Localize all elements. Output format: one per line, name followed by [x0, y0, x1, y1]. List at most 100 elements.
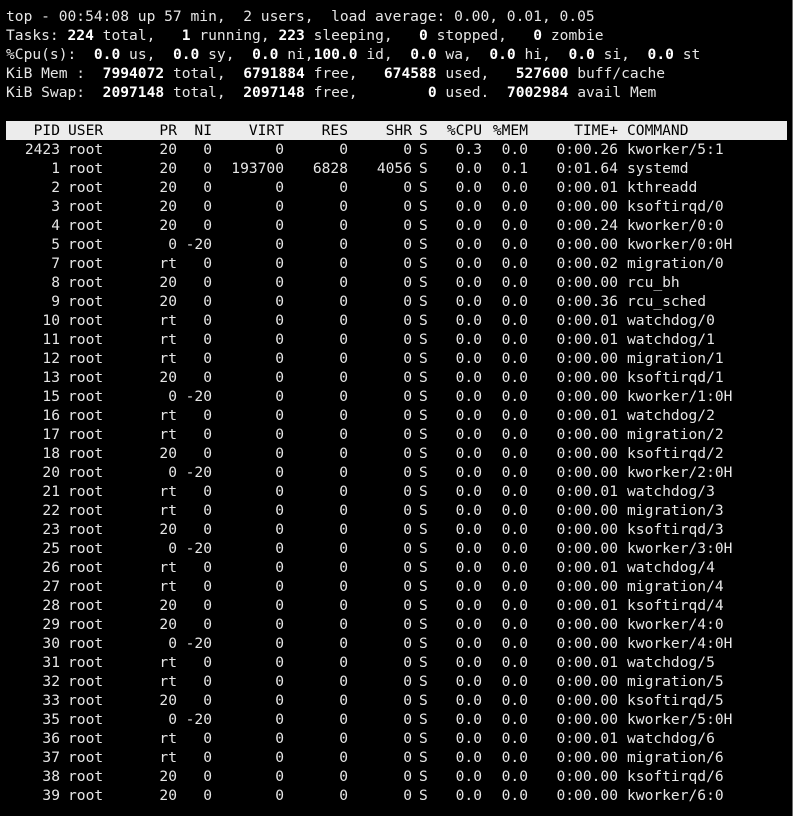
process-cell-time: 0:00.24	[556, 217, 618, 234]
process-row[interactable]: 12 root rt 0 0 0 0 S 0.0 0.0 0:00.00 migration/1	[6, 349, 787, 368]
process-row[interactable]: 30 root 0 -20 0 0 0 S 0.0 0.0 0:00.00 kworker/4:0H	[6, 634, 787, 653]
process-row[interactable]: 36 root rt 0 0 0 0 S 0.0 0.0 0:00.01 watchdog/6	[6, 729, 787, 748]
tasks-stopped: 0	[419, 27, 428, 44]
mem-free: 6791884	[243, 65, 305, 82]
process-cell-mem: 0.0	[501, 768, 528, 785]
process-row[interactable]: 25 root 0 -20 0 0 0 S 0.0 0.0 0:00.00 kworker/3:0H	[6, 539, 787, 558]
process-row[interactable]: 2 root 20 0 0 0 0 S 0.0 0.0 0:00.01 kthreadd	[6, 178, 787, 197]
process-row[interactable]: 37 root rt 0 0 0 0 S 0.0 0.0 0:00.00 migration/6	[6, 748, 787, 767]
process-cell-shr: 0	[403, 255, 412, 272]
process-row[interactable]: 18 root 20 0 0 0 0 S 0.0 0.0 0:00.00 ksoftirqd/2	[6, 444, 787, 463]
process-cell-pid: 27	[42, 578, 60, 595]
process-row[interactable]: 26 root rt 0 0 0 0 S 0.0 0.0 0:00.01 watchdog/4	[6, 558, 787, 577]
process-cell-cpu: 0.0	[455, 654, 482, 671]
process-row[interactable]: 31 root rt 0 0 0 0 S 0.0 0.0 0:00.01 watchdog/5	[6, 653, 787, 672]
process-cell-shr: 0	[403, 426, 412, 443]
process-cell-pr: 20	[159, 616, 177, 633]
process-row[interactable]: 16 root rt 0 0 0 0 S 0.0 0.0 0:00.01 watchdog/2	[6, 406, 787, 425]
process-row[interactable]: 39 root 20 0 0 0 0 S 0.0 0.0 0:00.00 kworker/6:0	[6, 786, 787, 805]
process-cell-mem: 0.0	[501, 217, 528, 234]
process-cell-cpu: 0.0	[455, 787, 482, 804]
process-cell-user: root	[68, 369, 104, 386]
swap-free-label: free,	[313, 84, 358, 101]
process-cell-time: 0:00.00	[556, 635, 618, 652]
process-cell-mem: 0.0	[501, 616, 528, 633]
process-cell-pid: 5	[51, 236, 60, 253]
process-cell-command: kworker/1:0H	[627, 388, 733, 405]
process-cell-time: 0:00.02	[556, 255, 618, 272]
process-cell-virt: 0	[275, 217, 284, 234]
process-row[interactable]: 15 root 0 -20 0 0 0 S 0.0 0.0 0:00.00 kworker/1:0H	[6, 387, 787, 406]
process-row[interactable]: 4 root 20 0 0 0 0 S 0.0 0.0 0:00.24 kworker/0:0	[6, 216, 787, 235]
process-cell-ni: 0	[203, 141, 212, 158]
process-cell-virt: 193700	[231, 160, 284, 177]
process-cell-s: S	[419, 673, 428, 690]
process-row[interactable]: 8 root 20 0 0 0 0 S 0.0 0.0 0:00.00 rcu_bh	[6, 273, 787, 292]
process-cell-res: 0	[339, 217, 348, 234]
process-cell-cpu: 0.0	[455, 578, 482, 595]
process-cell-pid: 33	[42, 692, 60, 709]
process-row[interactable]: 7 root rt 0 0 0 0 S 0.0 0.0 0:00.02 migration/0	[6, 254, 787, 273]
process-row[interactable]: 29 root 20 0 0 0 0 S 0.0 0.0 0:00.00 kworker/4:0	[6, 615, 787, 634]
process-row[interactable]: 2423 root 20 0 0 0 0 S 0.3 0.0 0:00.26 kworker/5:1	[6, 140, 787, 159]
process-cell-res: 0	[339, 730, 348, 747]
process-row[interactable]: 22 root rt 0 0 0 0 S 0.0 0.0 0:00.00 migration/3	[6, 501, 787, 520]
cpu-line: %Cpu(s): 0.0 us, 0.0 sy, 0.0 ni,100.0 id…	[6, 45, 700, 64]
process-cell-command: migration/6	[627, 749, 724, 766]
process-row[interactable]: 17 root rt 0 0 0 0 S 0.0 0.0 0:00.00 migration/2	[6, 425, 787, 444]
process-row[interactable]: 38 root 20 0 0 0 0 S 0.0 0.0 0:00.00 ksoftirqd/6	[6, 767, 787, 786]
process-row[interactable]: 13 root 20 0 0 0 0 S 0.0 0.0 0:00.00 ksoftirqd/1	[6, 368, 787, 387]
process-cell-user: root	[68, 692, 104, 709]
process-cell-command: watchdog/6	[627, 730, 715, 747]
process-cell-user: root	[68, 654, 104, 671]
process-cell-pr: 0	[168, 711, 177, 728]
process-row[interactable]: 27 root rt 0 0 0 0 S 0.0 0.0 0:00.00 migration/4	[6, 577, 787, 596]
process-cell-shr: 0	[403, 749, 412, 766]
cpu-label: %Cpu(s):	[6, 46, 77, 63]
process-row[interactable]: 28 root 20 0 0 0 0 S 0.0 0.0 0:00.01 ksoftirqd/4	[6, 596, 787, 615]
process-cell-command: kworker/0:0	[627, 217, 724, 234]
process-row[interactable]: 9 root 20 0 0 0 0 S 0.0 0.0 0:00.36 rcu_sched	[6, 292, 787, 311]
process-row[interactable]: 1 root 20 0 193700 6828 4056 S 0.0 0.1 0:01.64 syst…	[6, 159, 787, 178]
process-cell-ni: 0	[203, 787, 212, 804]
process-row[interactable]: 3 root 20 0 0 0 0 S 0.0 0.0 0:00.00 ksoftirqd/0	[6, 197, 787, 216]
terminal-window[interactable]: top - 00:54:08 up 57 min, 2 users, load …	[0, 0, 793, 816]
process-cell-res: 0	[339, 635, 348, 652]
process-row[interactable]: 5 root 0 -20 0 0 0 S 0.0 0.0 0:00.00 kworker/0:0H	[6, 235, 787, 254]
process-cell-mem: 0.0	[501, 293, 528, 310]
process-cell-command: watchdog/3	[627, 483, 715, 500]
process-cell-command: ksoftirqd/6	[627, 768, 724, 785]
process-cell-time: 0:00.01	[556, 654, 618, 671]
process-cell-res: 0	[339, 293, 348, 310]
process-row[interactable]: 32 root rt 0 0 0 0 S 0.0 0.0 0:00.00 migration/5	[6, 672, 787, 691]
process-cell-time: 0:00.00	[556, 616, 618, 633]
process-cell-res: 0	[339, 312, 348, 329]
process-row[interactable]: 10 root rt 0 0 0 0 S 0.0 0.0 0:00.01 watchdog/0	[6, 311, 787, 330]
process-cell-time: 0:00.00	[556, 711, 618, 728]
process-cell-virt: 0	[275, 255, 284, 272]
process-cell-user: root	[68, 407, 104, 424]
process-cell-user: root	[68, 141, 104, 158]
process-cell-ni: 0	[203, 597, 212, 614]
process-row[interactable]: 33 root 20 0 0 0 0 S 0.0 0.0 0:00.00 ksoftirqd/5	[6, 691, 787, 710]
process-cell-ni: 0	[203, 198, 212, 215]
process-cell-user: root	[68, 597, 104, 614]
process-row[interactable]: 21 root rt 0 0 0 0 S 0.0 0.0 0:00.01 watchdog/3	[6, 482, 787, 501]
process-cell-virt: 0	[275, 293, 284, 310]
process-cell-ni: -20	[185, 464, 212, 481]
cpu-hi: 0.0	[489, 46, 516, 63]
process-row[interactable]: 35 root 0 -20 0 0 0 S 0.0 0.0 0:00.00 kworker/5:0H	[6, 710, 787, 729]
process-row[interactable]: 20 root 0 -20 0 0 0 S 0.0 0.0 0:00.00 kworker/2:0H	[6, 463, 787, 482]
process-row[interactable]: 23 root 20 0 0 0 0 S 0.0 0.0 0:00.00 ksoftirqd/3	[6, 520, 787, 539]
process-cell-cpu: 0.0	[455, 407, 482, 424]
process-row[interactable]: 11 root rt 0 0 0 0 S 0.0 0.0 0:00.01 watchdog/1	[6, 330, 787, 349]
process-cell-cpu: 0.0	[455, 274, 482, 291]
process-cell-time: 0:00.00	[556, 198, 618, 215]
process-cell-mem: 0.0	[501, 711, 528, 728]
process-cell-s: S	[419, 521, 428, 538]
process-cell-cpu: 0.0	[455, 426, 482, 443]
process-cell-mem: 0.0	[501, 597, 528, 614]
process-cell-pr: 20	[159, 692, 177, 709]
process-cell-s: S	[419, 654, 428, 671]
swap-used-label: used.	[445, 84, 490, 101]
